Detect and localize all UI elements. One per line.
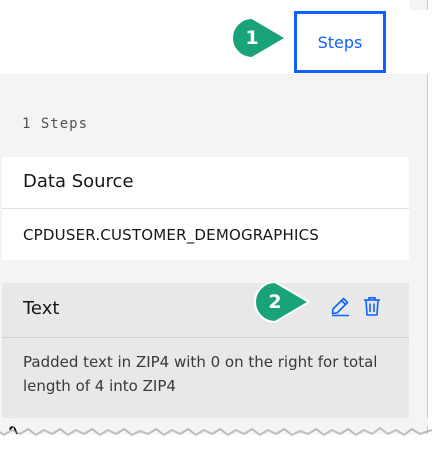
data-source-value: CPDUSER.CUSTOMER_DEMOGRAPHICS xyxy=(23,226,320,244)
callout-number: 2 xyxy=(268,291,282,313)
callout-marker-1: 1 xyxy=(230,16,288,60)
card-divider xyxy=(2,337,409,338)
edit-step-button[interactable] xyxy=(328,294,352,318)
edit-icon xyxy=(331,297,349,317)
steps-tab[interactable]: Steps xyxy=(294,11,386,73)
steps-panel-frame: Steps 1 Steps Data Source CPDUSER.CUSTOM… xyxy=(0,0,428,434)
step-card-data-source[interactable]: Data Source CPDUSER.CUSTOMER_DEMOGRAPHIC… xyxy=(2,157,409,260)
steps-count-label: 1 Steps xyxy=(22,116,89,132)
delete-step-button[interactable] xyxy=(360,294,384,318)
card-divider xyxy=(2,208,409,209)
torn-edge xyxy=(0,418,433,437)
trash-icon xyxy=(364,297,380,316)
step-card-text[interactable]: Text Padded text in ZIP4 with 0 on the r… xyxy=(2,283,409,420)
step-card-title: Text xyxy=(23,298,60,319)
callout-marker-2: 2 xyxy=(253,280,311,324)
steps-tab-label: Steps xyxy=(317,32,363,52)
callout-number: 1 xyxy=(245,27,259,49)
step-description: Padded text in ZIP4 with 0 on the right … xyxy=(23,353,378,395)
top-strip xyxy=(0,0,410,10)
step-card-title: Data Source xyxy=(23,171,134,192)
